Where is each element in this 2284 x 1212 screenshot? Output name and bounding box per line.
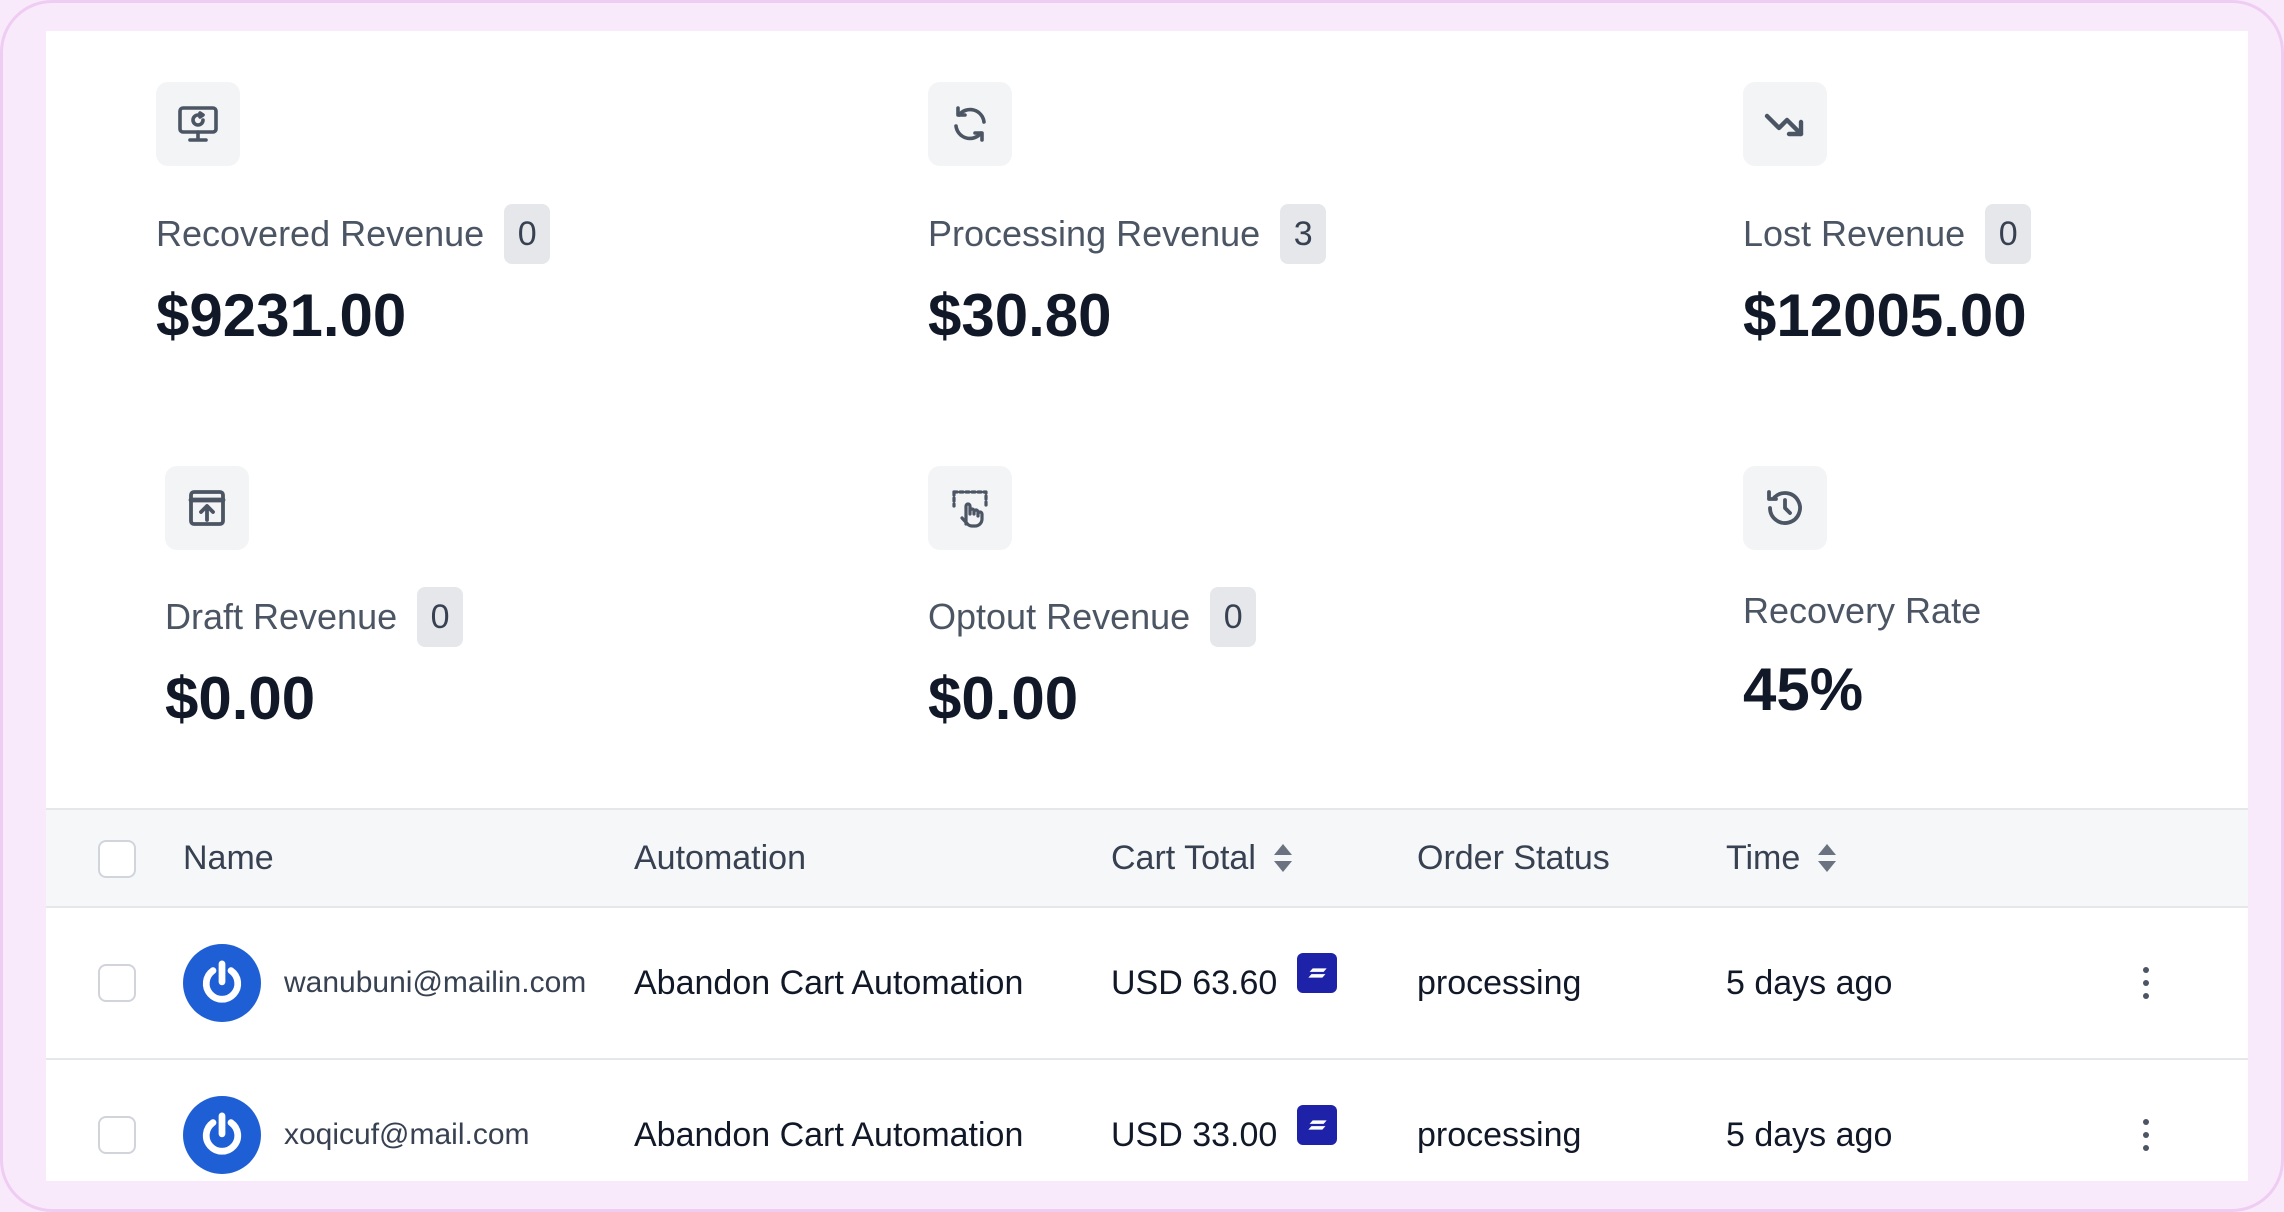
cart-total: USD 33.00 [1111, 1060, 1338, 1181]
payment-gateway-icon [1297, 1105, 1338, 1145]
stat-label: Draft Revenue [165, 596, 398, 637]
time-ago: 5 days ago [1726, 1115, 1893, 1154]
order-status: processing [1417, 963, 1582, 1002]
cart-total-value: USD 33.00 [1111, 1115, 1278, 1154]
count-badge: 0 [417, 587, 464, 647]
cart-total-value: USD 63.60 [1111, 963, 1278, 1002]
sort-icon[interactable] [1816, 841, 1838, 875]
column-time[interactable]: Time [1726, 810, 1838, 906]
hand-pointer-select-icon [928, 466, 1012, 550]
stat-value: $0.00 [165, 665, 316, 732]
sort-icon[interactable] [1272, 841, 1294, 875]
avatar [183, 944, 261, 1022]
column-label: Time [1726, 838, 1801, 877]
payment-gateway-icon [1297, 953, 1338, 993]
stat-label: Processing Revenue [928, 213, 1261, 254]
count-badge: 3 [1280, 204, 1327, 264]
count-badge: 0 [504, 204, 551, 264]
recover-monitor-icon [156, 82, 240, 166]
stat-label: Recovered Revenue [156, 213, 485, 254]
stat-value: 45% [1743, 656, 1864, 723]
history-icon [1743, 466, 1827, 550]
cart-total: USD 63.60 [1111, 908, 1338, 1058]
column-automation: Automation [634, 838, 806, 877]
refresh-icon [928, 82, 1012, 166]
column-name: Name [183, 838, 274, 877]
customer-email[interactable]: xoqicuf@mail.com [284, 1060, 530, 1181]
more-options-icon[interactable] [2131, 1105, 2161, 1165]
table-row[interactable]: xoqicuf@mail.com Abandon Cart Automation… [46, 1060, 2248, 1181]
power-icon [202, 1112, 242, 1155]
stat-value: $30.80 [928, 282, 1112, 349]
app-frame: Recovered Revenue 0 $9231.00 Processing … [0, 0, 2284, 1212]
count-badge: 0 [1210, 587, 1257, 647]
customer-email[interactable]: wanubuni@mailin.com [284, 908, 586, 1058]
upload-window-icon [165, 466, 249, 550]
avatar [183, 1096, 261, 1174]
count-badge: 0 [1985, 204, 2032, 264]
stat-value: $0.00 [928, 665, 1079, 732]
automation-name: Abandon Cart Automation [634, 1115, 1024, 1154]
power-icon [202, 960, 242, 1003]
row-checkbox[interactable] [98, 1116, 136, 1154]
column-order-status: Order Status [1417, 838, 1610, 877]
stat-label: Lost Revenue [1743, 213, 1966, 254]
column-label: Cart Total [1111, 838, 1256, 877]
table-header: Name Automation Cart Total Order Status … [46, 808, 2248, 908]
row-checkbox[interactable] [98, 964, 136, 1002]
dashboard-panel: Recovered Revenue 0 $9231.00 Processing … [46, 31, 2248, 1181]
stat-value: $9231.00 [156, 282, 407, 349]
stat-label: Recovery Rate [1743, 590, 1982, 631]
select-all-checkbox[interactable] [98, 840, 136, 878]
stat-label: Optout Revenue [928, 596, 1191, 637]
time-ago: 5 days ago [1726, 963, 1893, 1002]
stat-value: $12005.00 [1743, 282, 2027, 349]
table-row[interactable]: wanubuni@mailin.com Abandon Cart Automat… [46, 908, 2248, 1060]
automation-name: Abandon Cart Automation [634, 963, 1024, 1002]
column-cart-total[interactable]: Cart Total [1111, 810, 1294, 906]
more-options-icon[interactable] [2131, 953, 2161, 1013]
order-status: processing [1417, 1115, 1582, 1154]
trending-down-icon [1743, 82, 1827, 166]
